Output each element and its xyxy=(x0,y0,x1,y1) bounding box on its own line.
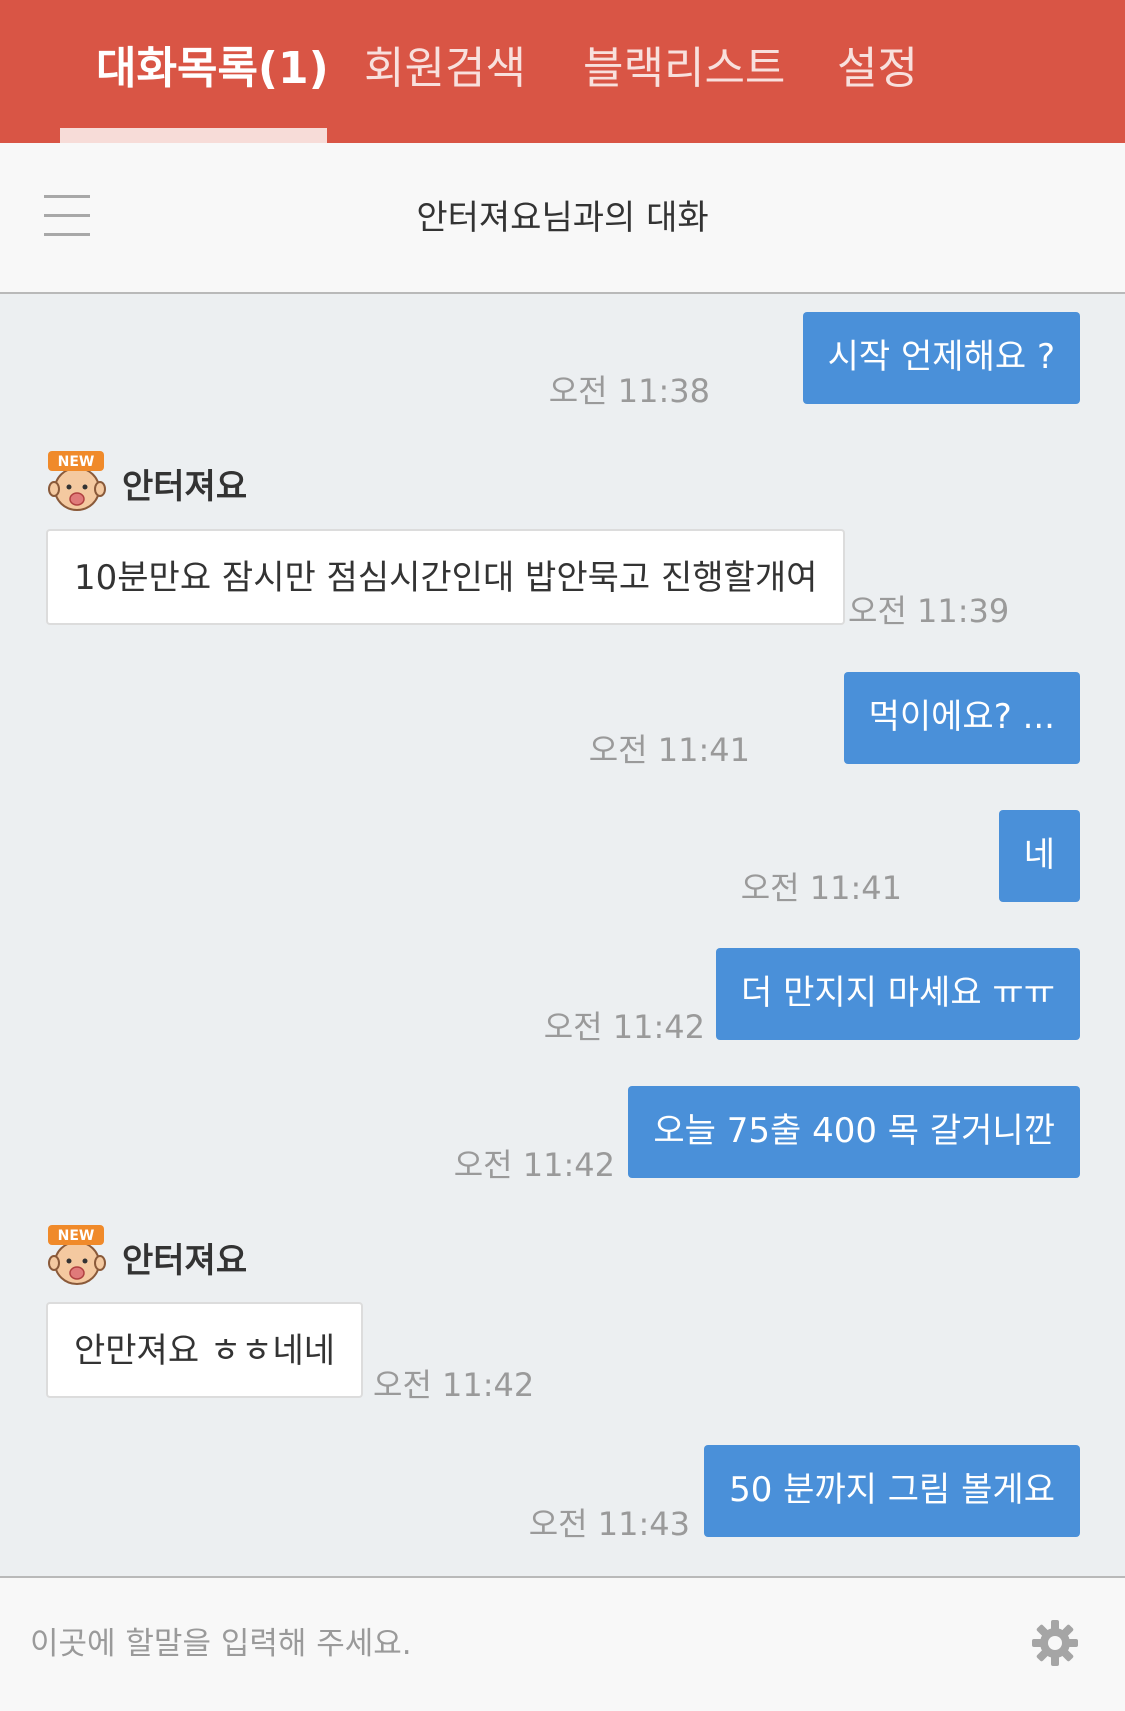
outgoing-message-bubble[interactable]: 더 만지지 마세요 ㅠㅠ xyxy=(716,948,1080,1040)
sender-name: 안터져요 xyxy=(122,1241,248,1281)
outgoing-message-bubble[interactable]: 시작 언제해요 ? xyxy=(802,312,1080,404)
message-time: 오전 11:43 xyxy=(528,1505,690,1543)
svg-text:NEW: NEW xyxy=(58,454,95,470)
message-time: 오전 11:41 xyxy=(588,731,750,769)
message-time: 오전 11:42 xyxy=(373,1366,535,1404)
message-list[interactable]: 오전 11:38 시작 언제해요 ? NEW 안터져요 10분만요 잠시만 점심… xyxy=(0,294,1125,1576)
incoming-message-bubble[interactable]: 10분만요 잠시만 점심시간인대 밥안묵고 진행할개여 xyxy=(46,529,846,625)
svg-text:NEW: NEW xyxy=(58,1228,95,1244)
new-badge-avatar-icon[interactable]: NEW xyxy=(44,1223,110,1289)
message-time: 오전 11:39 xyxy=(848,592,1010,630)
conversation-header: 안터져요님과의 대화 xyxy=(0,143,1125,294)
top-tab-bar: 대화목록(1) 회원검색 블랙리스트 설정 xyxy=(0,0,1125,143)
message-time: 오전 11:42 xyxy=(543,1008,705,1046)
message-time: 오전 11:38 xyxy=(548,372,710,410)
active-tab-indicator xyxy=(60,128,327,143)
gear-icon[interactable] xyxy=(1030,1618,1080,1668)
hamburger-menu-icon[interactable] xyxy=(44,195,90,237)
outgoing-message-bubble[interactable]: 오늘 75출 400 목 갈거니깐 xyxy=(628,1086,1080,1178)
outgoing-message-bubble[interactable]: 50 분까지 그림 볼게요 xyxy=(704,1445,1080,1537)
tab-settings[interactable]: 설정 xyxy=(837,0,918,143)
message-input[interactable] xyxy=(28,1608,992,1680)
sender-name: 안터져요 xyxy=(122,467,248,507)
outgoing-message-bubble[interactable]: 먹이에요? ... xyxy=(843,672,1080,764)
outgoing-message-bubble[interactable]: 네 xyxy=(998,810,1080,902)
message-time: 오전 11:41 xyxy=(740,869,902,907)
incoming-message-bubble[interactable]: 안만져요 ㅎㅎ네네 xyxy=(46,1302,364,1398)
conversation-title: 안터져요님과의 대화 xyxy=(416,198,709,238)
new-badge-avatar-icon[interactable]: NEW xyxy=(44,449,110,515)
message-time: 오전 11:42 xyxy=(453,1146,615,1184)
message-input-bar xyxy=(0,1576,1125,1711)
tab-conversation-list[interactable]: 대화목록(1) xyxy=(96,0,329,143)
tab-blacklist[interactable]: 블랙리스트 xyxy=(583,0,785,143)
tab-member-search[interactable]: 회원검색 xyxy=(364,0,526,143)
